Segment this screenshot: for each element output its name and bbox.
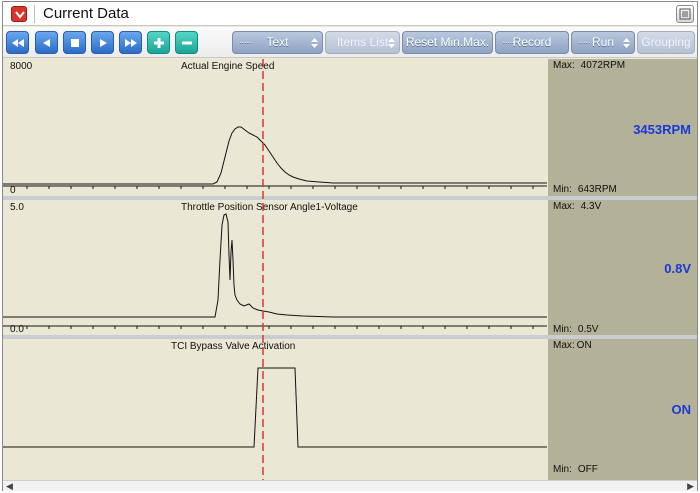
min-caption: Min: [553, 464, 572, 475]
record-button[interactable]: ····· Record [495, 31, 569, 54]
minus-icon [182, 41, 192, 45]
min-caption: Min: [553, 184, 572, 195]
fast-forward-button[interactable] [119, 31, 142, 54]
graph-area: 8000 Actual Engine Speed 0 Max: 4072RPM 3… [3, 59, 697, 480]
text-mode-label: Text [266, 35, 289, 49]
max-readout: Max: ON [553, 340, 592, 351]
current-value: 0.8V [664, 261, 691, 276]
current-value: 3453RPM [633, 122, 691, 137]
add-item-button[interactable] [147, 31, 170, 54]
current-data-window: Current Data ····· Text Items List Reset… [2, 1, 698, 491]
current-value: ON [671, 402, 692, 417]
max-caption: Max: [553, 201, 575, 212]
fast-forward-icon [125, 39, 137, 47]
min-readout: Min: 643RPM [553, 184, 617, 195]
grouping-label: Grouping [641, 35, 691, 49]
min-readout: Min: OFF [553, 464, 598, 475]
rewind-button[interactable] [6, 31, 29, 54]
min-readout: Min: 0.5V [553, 324, 598, 335]
title-bar: Current Data [3, 2, 697, 26]
step-back-button[interactable] [35, 31, 58, 54]
items-list-label: Items List [336, 35, 389, 49]
grip-icon: ····· [239, 37, 252, 48]
rewind-icon [12, 39, 24, 47]
toolbar: ····· Text Items List Reset Min.Max. ···… [3, 27, 697, 58]
max-value: 4.3V [580, 201, 602, 212]
horizontal-scrollbar[interactable]: ◀ ▶ [3, 480, 697, 491]
list-icon [679, 8, 691, 20]
window-menu-button[interactable] [11, 6, 27, 22]
window-options-button[interactable] [676, 5, 694, 23]
window-title: Current Data [43, 5, 129, 22]
min-value: OFF [577, 464, 598, 475]
title-divider [34, 5, 35, 23]
run-label: Run [591, 35, 614, 49]
max-readout: Max: 4.3V [553, 201, 601, 212]
items-list-button[interactable]: Items List [325, 31, 400, 54]
min-value: 643RPM [577, 184, 617, 195]
plus-icon [154, 38, 164, 48]
scroll-right-icon[interactable]: ▶ [687, 482, 694, 491]
max-caption: Max: [553, 340, 575, 351]
reset-min-max-button[interactable]: Reset Min.Max. [402, 31, 493, 54]
time-cursor[interactable] [3, 59, 547, 480]
updown-icon [623, 38, 630, 48]
throttle-position-readout: Max: 4.3V 0.8V Min: 0.5V [548, 200, 697, 335]
grip-icon: ····· [502, 37, 515, 48]
tci-bypass-valve-readout: Max: ON ON Min: OFF [548, 339, 697, 480]
updown-icon [388, 38, 395, 48]
max-readout: Max: 4072RPM [553, 60, 625, 71]
max-value: 4072RPM [580, 60, 626, 71]
scroll-left-icon[interactable]: ◀ [6, 482, 13, 491]
run-button[interactable]: ····· Run [571, 31, 635, 54]
reset-min-max-label: Reset Min.Max. [405, 35, 490, 49]
max-value: ON [576, 340, 592, 351]
step-back-icon [43, 39, 50, 47]
play-button[interactable] [91, 31, 114, 54]
updown-icon [311, 38, 318, 48]
max-caption: Max: [553, 60, 575, 71]
stop-button[interactable] [63, 31, 86, 54]
record-label: Record [512, 35, 552, 49]
stop-icon [71, 39, 79, 47]
remove-item-button[interactable] [175, 31, 198, 54]
chevron-down-icon [15, 11, 25, 19]
engine-speed-readout: Max: 4072RPM 3453RPM Min: 643RPM [548, 59, 697, 196]
min-caption: Min: [553, 324, 572, 335]
play-icon [100, 39, 107, 47]
grip-icon: ····· [578, 37, 591, 48]
text-mode-button[interactable]: ····· Text [232, 31, 323, 54]
grouping-button[interactable]: Grouping [637, 31, 695, 54]
min-value: 0.5V [577, 324, 599, 335]
